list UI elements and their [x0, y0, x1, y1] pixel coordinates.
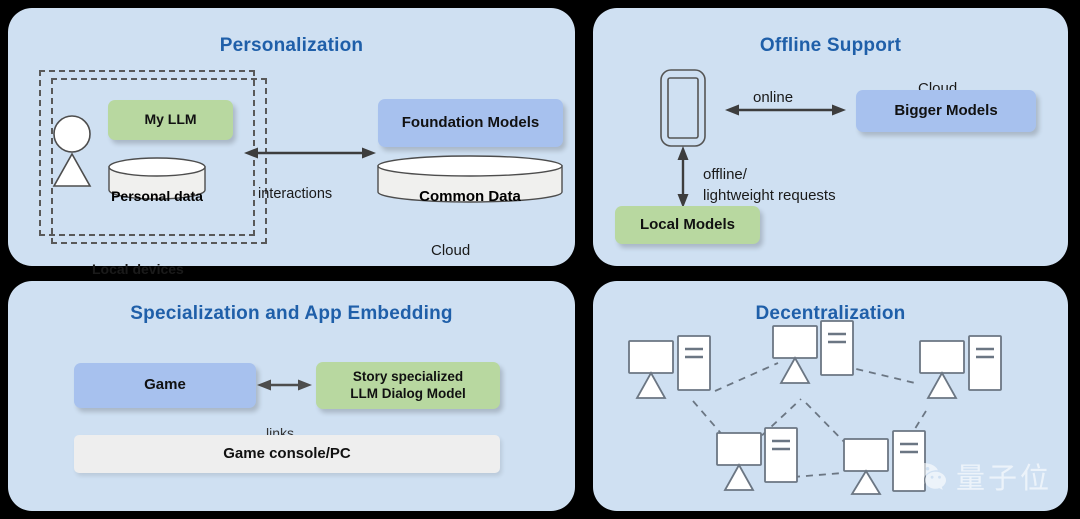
node-my-llm-label: My LLM [144, 111, 197, 128]
offline-arrow-icon [677, 146, 689, 208]
links-arrow-icon [257, 379, 312, 391]
diagram-canvas: Personalization My LLM Personal data Fou… [0, 0, 1080, 519]
node-common-data-label: Common Data [419, 188, 521, 205]
node-local-models-label: Local Models [639, 215, 736, 233]
panel-personalization: Personalization My LLM Personal data Fou… [8, 8, 575, 277]
workstation-node [716, 427, 798, 491]
watermark-text: 量子位 [955, 461, 1052, 495]
online-arrow-icon [725, 104, 846, 116]
node-local-models[interactable]: Local Models [615, 206, 760, 244]
interactions-arrow-icon [244, 147, 376, 159]
user-icon [52, 115, 92, 187]
node-story-specialized-model-label: Story specialized LLM Dialog Model [350, 369, 466, 401]
node-story-specialized-model[interactable]: Story specialized LLM Dialog Model [316, 362, 500, 409]
label-cloud-personalization: Cloud [431, 242, 471, 259]
workstation-node [772, 320, 854, 384]
smartphone-icon [660, 69, 706, 147]
node-game-console-pc[interactable]: Game console/PC [74, 435, 500, 473]
label-offline-requests: offline/ lightweight requests [703, 166, 836, 204]
node-personal-data-label: Personal data [111, 188, 203, 204]
workstation-node [628, 335, 711, 399]
node-bigger-models[interactable]: Bigger Models [856, 90, 1036, 132]
node-game-console-pc-label: Game console/PC [223, 444, 351, 462]
wechat-icon [909, 463, 946, 490]
node-foundation-models[interactable]: Foundation Models [378, 99, 563, 147]
panel-specialization: Specialization and App Embedding Game St… [8, 281, 575, 511]
watermark: 量子位 [908, 455, 1052, 497]
label-online: online [753, 89, 794, 106]
node-game[interactable]: Game [74, 363, 256, 408]
label-interactions: interactions [258, 186, 333, 202]
node-my-llm[interactable]: My LLM [108, 100, 233, 140]
node-game-label: Game [144, 376, 186, 394]
node-foundation-models-label: Foundation Models [401, 113, 540, 131]
node-bigger-models-label: Bigger Models [894, 101, 998, 119]
panel-offline-support: Offline Support online Cloud offline/ li… [593, 8, 1068, 266]
label-local-devices: Local devices [92, 261, 184, 277]
network-link [714, 362, 779, 392]
network-link [792, 472, 844, 478]
panel-decentralization: Decentralization 量子位 [593, 281, 1068, 511]
workstation-node [919, 335, 1002, 399]
